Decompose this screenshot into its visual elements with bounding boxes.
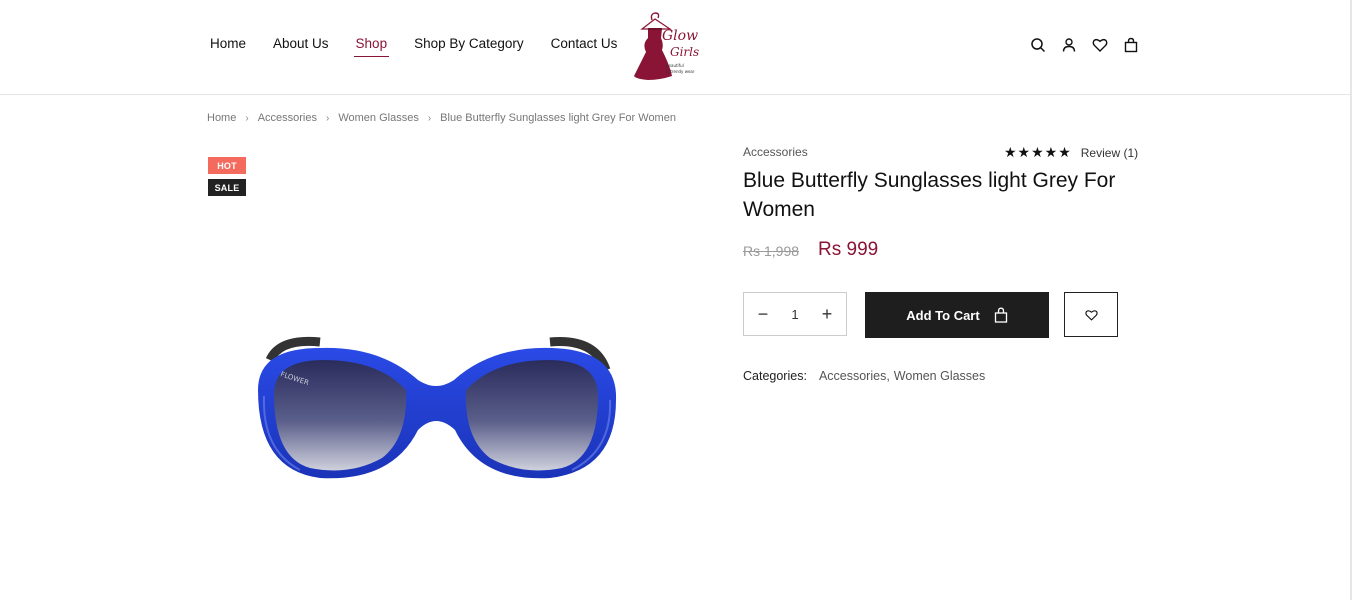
review-link[interactable]: Review (1) — [1081, 146, 1138, 160]
breadcrumb-home[interactable]: Home — [207, 112, 236, 124]
logo-text-girls: Girls — [670, 45, 699, 59]
quantity-input[interactable] — [778, 305, 812, 323]
rating-stars: ★★★★★ — [1004, 144, 1072, 160]
sale-badge: SALE — [208, 179, 246, 196]
heart-icon — [1084, 309, 1098, 321]
site-header: Home About Us Shop Shop By Category Cont… — [0, 0, 1352, 95]
nav-about-us[interactable]: About Us — [273, 36, 329, 55]
site-logo[interactable]: Glow Girls beautiful & trendy wear — [630, 10, 706, 82]
chevron-right-icon: › — [325, 112, 330, 124]
header-icons — [1030, 37, 1139, 53]
nav-home[interactable]: Home — [210, 36, 246, 55]
logo-tagline-2: & trendy wear — [666, 69, 695, 74]
old-price: Rs 1,998 — [743, 243, 800, 259]
search-icon[interactable] — [1030, 37, 1046, 53]
product-categories: Categories: Accessories, Women Glasses — [743, 369, 985, 383]
nav-contact-us[interactable]: Contact Us — [551, 36, 618, 55]
product-title: Blue Butterfly Sunglasses light Grey For… — [743, 169, 1116, 221]
breadcrumb: Home › Accessories › Women Glasses › Blu… — [207, 112, 676, 124]
breadcrumb-accessories[interactable]: Accessories — [258, 112, 317, 124]
nav-shop[interactable]: Shop — [353, 36, 389, 57]
main-nav: Home About Us Shop Shop By Category Cont… — [210, 36, 644, 57]
increase-quantity-button[interactable]: + — [820, 304, 834, 325]
user-icon[interactable] — [1061, 37, 1077, 53]
breadcrumb-women-glasses[interactable]: Women Glasses — [338, 112, 419, 124]
add-to-wishlist-button[interactable] — [1064, 292, 1118, 337]
add-to-cart-button[interactable]: Add To Cart — [865, 292, 1049, 338]
quantity-stepper: − + — [743, 292, 847, 336]
categories-label: Categories: — [743, 369, 807, 383]
logo-tagline-1: beautiful — [666, 63, 684, 68]
sale-price: Rs 999 — [818, 239, 879, 260]
heart-icon[interactable] — [1092, 37, 1108, 53]
category-link-accessories[interactable]: Accessories, — [819, 369, 890, 383]
product-category[interactable]: Accessories — [743, 145, 808, 159]
breadcrumb-current: Blue Butterfly Sunglasses light Grey For… — [440, 112, 676, 124]
add-to-cart-label: Add To Cart — [906, 307, 980, 323]
chevron-right-icon: › — [427, 112, 432, 124]
category-link-women-glasses[interactable]: Women Glasses — [894, 369, 985, 383]
product-rating: ★★★★★ Review (1) — [1004, 144, 1138, 161]
logo-text-glow: Glow — [662, 28, 698, 44]
bag-icon[interactable] — [1123, 37, 1139, 53]
decrease-quantity-button[interactable]: − — [756, 304, 770, 325]
bag-icon — [994, 307, 1007, 323]
chevron-right-icon: › — [245, 112, 249, 124]
nav-shop-by-category[interactable]: Shop By Category — [414, 36, 524, 55]
product-image[interactable]: FLOWER — [250, 330, 622, 490]
hot-badge: HOT — [208, 157, 246, 174]
